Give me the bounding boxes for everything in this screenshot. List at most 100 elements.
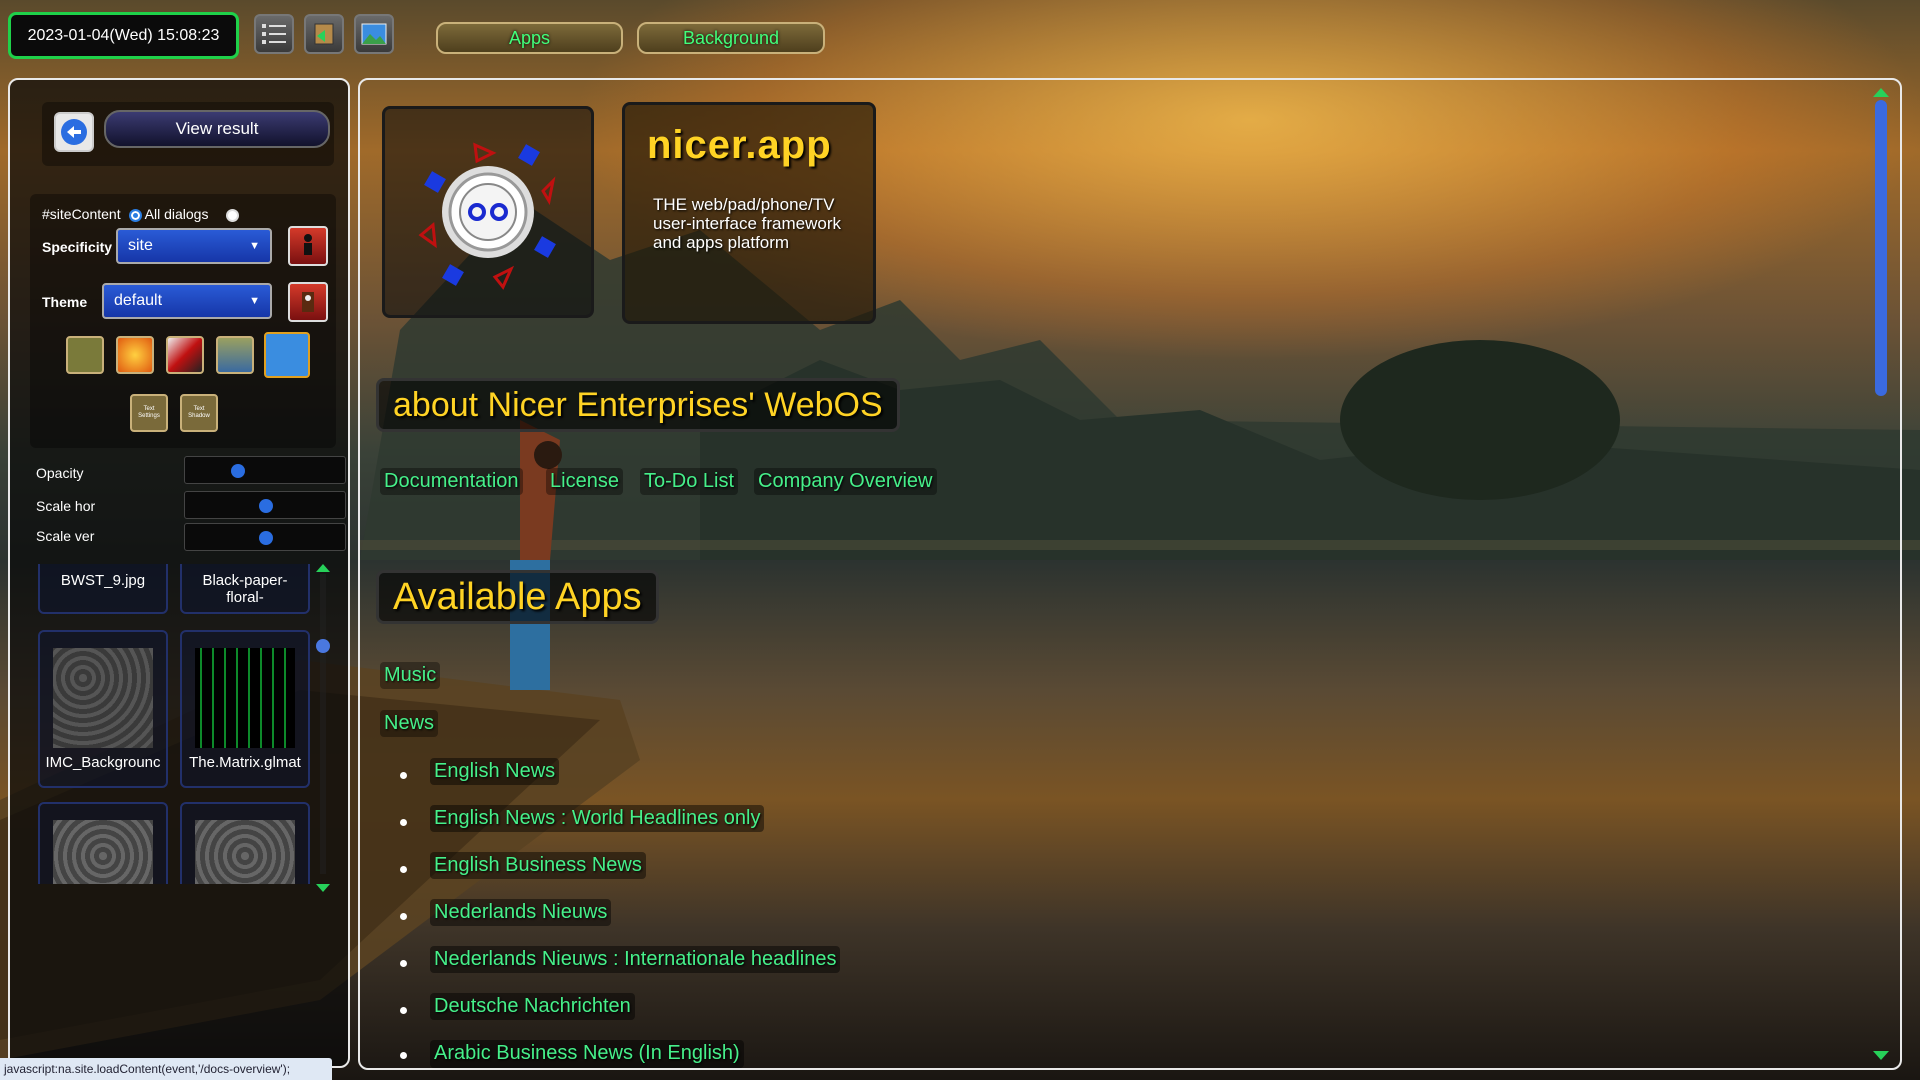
- theme-select[interactable]: default ▼: [102, 283, 272, 319]
- text-settings-button[interactable]: Text Settings: [130, 394, 168, 432]
- brand-box: nicer.app THE web/pad/phone/TV user-inte…: [622, 102, 876, 324]
- scroll-thumb[interactable]: [316, 639, 330, 653]
- news-item[interactable]: Deutsche Nachrichten: [430, 993, 635, 1020]
- bullet: [400, 1052, 407, 1059]
- scroll-up-icon[interactable]: [1873, 88, 1889, 97]
- news-item[interactable]: Nederlands Nieuws : Internationale headl…: [430, 946, 841, 973]
- specificity-action-button[interactable]: [288, 226, 328, 266]
- scale-hor-slider[interactable]: [184, 491, 346, 519]
- theme-label: Theme: [42, 294, 88, 310]
- datetime-clock: 2023-01-04(Wed) 15:08:23: [8, 12, 239, 59]
- opacity-label: Opacity: [36, 465, 84, 481]
- swatch-photo[interactable]: [216, 336, 254, 374]
- datetime-text: 2023-01-04(Wed) 15:08:23: [27, 26, 220, 44]
- background-button[interactable]: Background: [637, 22, 825, 54]
- chevron-down-icon: ▼: [249, 295, 260, 307]
- theme-edit-icon: [302, 292, 314, 312]
- panel-header: View result: [42, 102, 334, 166]
- swatch-gradient[interactable]: [116, 336, 154, 374]
- background-settings-panel: View result #siteContent All dialogs Spe…: [8, 78, 350, 1068]
- thumbnail-image: [53, 820, 153, 884]
- thumbnail-name: The.Matrix.glmat: [189, 754, 301, 771]
- thumbnail-name: BWST_9.jpg: [60, 572, 146, 589]
- thumbnail-image: [195, 648, 295, 748]
- scroll-down-icon[interactable]: [316, 884, 330, 892]
- scroll-thumb[interactable]: [1875, 100, 1887, 396]
- person-icon: [304, 234, 312, 255]
- nav-link-todo[interactable]: To-Do List: [640, 468, 739, 495]
- scope-row: #siteContent All dialogs: [42, 206, 240, 222]
- background-label: Background: [682, 27, 780, 48]
- nav-link-company-overview[interactable]: Company Overview: [754, 468, 937, 495]
- specificity-select[interactable]: site ▼: [116, 228, 272, 264]
- list-icon: [262, 24, 286, 44]
- scroll-up-icon[interactable]: [316, 564, 330, 572]
- menu-button[interactable]: [254, 14, 294, 54]
- thumbnail-name: Black-paper-floral-: [202, 572, 288, 606]
- scale-hor-label: Scale hor: [36, 498, 96, 514]
- opacity-slider[interactable]: [184, 456, 346, 484]
- thumbnail-grid: BWST_9.jpg Black-paper-floral- IMC_Backg…: [36, 564, 332, 884]
- arrow-left-icon: [61, 119, 87, 145]
- thumbnail-item[interactable]: The.Matrix.glmat: [180, 630, 310, 788]
- apps-heading: Available Apps: [376, 570, 659, 624]
- app-link-music[interactable]: Music: [380, 662, 441, 689]
- background-picker-button[interactable]: [354, 14, 394, 54]
- news-item[interactable]: Nederlands Nieuws: [430, 899, 612, 926]
- nicer-app-logo-icon: [418, 142, 556, 290]
- site-content-radio[interactable]: [128, 208, 142, 222]
- news-item[interactable]: English Business News: [430, 852, 646, 879]
- bullet: [400, 819, 407, 826]
- text-settings-label: Text Settings: [138, 406, 160, 419]
- swatch-landscape[interactable]: [264, 332, 310, 378]
- apps-button[interactable]: Apps: [436, 22, 623, 54]
- thumbnail-scrollbar[interactable]: [316, 564, 330, 892]
- apps-label: Apps: [508, 27, 551, 48]
- nav-link-documentation[interactable]: Documentation: [380, 468, 523, 495]
- view-result-button[interactable]: View result: [104, 110, 330, 148]
- text-shadow-button[interactable]: Text Shadow: [180, 394, 218, 432]
- specificity-label: Specificity: [42, 239, 113, 255]
- thumbnail-item[interactable]: [38, 802, 168, 884]
- brand-title: nicer.app: [647, 123, 832, 167]
- settings-group: #siteContent All dialogs Specificity sit…: [30, 194, 336, 448]
- thumbnail-image: [195, 820, 295, 884]
- thumbnail-item[interactable]: BWST_9.jpg: [38, 564, 168, 614]
- thumbnail-item[interactable]: IMC_Backgrounc: [38, 630, 168, 788]
- app-link-news[interactable]: News: [380, 710, 439, 737]
- all-dialogs-radio[interactable]: [226, 208, 240, 222]
- news-item[interactable]: English News : World Headlines only: [430, 805, 765, 832]
- bullet: [400, 913, 407, 920]
- nav-link-license[interactable]: License: [546, 468, 623, 495]
- opacity-slider-thumb[interactable]: [231, 464, 245, 478]
- bullet: [400, 960, 407, 967]
- bullet: [400, 1007, 407, 1014]
- content-scrollbar[interactable]: [1872, 88, 1890, 1060]
- scale-hor-slider-thumb[interactable]: [259, 499, 273, 513]
- status-url: javascript:na.site.loadContent(event,'/d…: [4, 1062, 291, 1076]
- swatch-tile[interactable]: [66, 336, 104, 374]
- upload-button[interactable]: [304, 14, 344, 54]
- bullet: [400, 772, 407, 779]
- status-bar: javascript:na.site.loadContent(event,'/d…: [0, 1058, 332, 1080]
- site-content-label: #siteContent: [42, 206, 121, 222]
- view-result-label: View result: [175, 119, 259, 138]
- site-content: nicer.app THE web/pad/phone/TV user-inte…: [358, 78, 1902, 1070]
- scroll-down-icon[interactable]: [1873, 1051, 1889, 1060]
- thumbnail-item[interactable]: Black-paper-floral-: [180, 564, 310, 614]
- swatch-color[interactable]: [166, 336, 204, 374]
- thumbnail-name: IMC_Backgrounc: [45, 754, 161, 771]
- upload-icon: [314, 23, 334, 45]
- logo-box: [382, 106, 594, 318]
- news-item[interactable]: Arabic Business News (In English): [430, 1040, 744, 1068]
- theme-action-button[interactable]: [288, 282, 328, 322]
- all-dialogs-label: All dialogs: [144, 206, 209, 222]
- thumbnail-image: [53, 648, 153, 748]
- back-button[interactable]: [54, 112, 94, 152]
- scale-ver-slider[interactable]: [184, 523, 346, 551]
- scale-ver-slider-thumb[interactable]: [259, 531, 273, 545]
- specificity-value: site: [128, 237, 153, 254]
- apps-heading-text: Available Apps: [393, 575, 642, 618]
- thumbnail-item[interactable]: [180, 802, 310, 884]
- news-item[interactable]: English News: [430, 758, 560, 785]
